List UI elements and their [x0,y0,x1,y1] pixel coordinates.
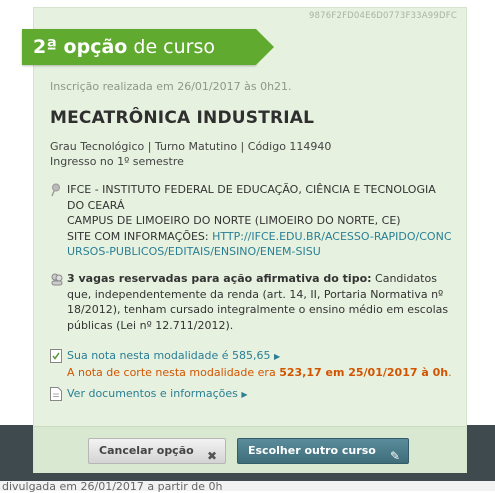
nota-corte-prefix: A nota de corte nesta modalidade era [67,365,280,379]
course-ingresso: Ingresso no 1º semestre [50,155,184,168]
cancel-option-label: Cancelar opção [99,444,194,457]
inscription-date: Inscrição realizada em 26/01/2017 às 0h2… [50,80,292,93]
course-details: Grau Tecnológico | Turno Matutino | Códi… [50,140,332,153]
arrow-right-icon: ▶ [241,390,248,399]
vagas-block: 3 vagas reservadas para ação afirmativa … [50,271,455,333]
nota-corte-suffix: . [448,365,452,379]
docs-block: Ver documentos e informações ▶ [50,386,248,403]
course-option-card: 9876F2FD04E6D0773F33A99DFC 2ª opção de c… [22,7,467,473]
group-icon [51,273,63,286]
sua-nota-link[interactable]: Sua nota nesta modalidade é 585,65 [67,349,270,362]
document-icon [50,387,62,401]
close-icon: ✖ [206,449,217,463]
course-title: MECATRÔNICA INDUSTRIAL [50,108,315,128]
arrow-right-icon: ▶ [273,352,281,361]
checklist-icon [50,349,62,363]
nota-corte-value: 523,17 em 25/01/2017 à 0h [279,365,449,379]
docs-link[interactable]: Ver documentos e informações [67,387,238,400]
button-bar: Cancelar opção ✖ Escolher outro curso ✎ [34,426,466,473]
map-pin-icon [51,183,60,197]
institution-name: IFCE - INSTITUTO FEDERAL DE EDUCAÇÃO, CI… [67,183,436,212]
nota-corte: A nota de corte nesta modalidade era 523… [67,365,452,381]
ribbon-prefix: 2ª opção [33,36,128,58]
vagas-bold: 3 vagas reservadas para ação afirmativa … [67,272,372,285]
cancel-option-button[interactable]: Cancelar opção ✖ [88,438,226,464]
choose-other-course-label: Escolher outro curso [248,444,376,457]
option-ribbon: 2ª opção de curso [22,29,274,65]
background-text-strip: divulgada em 26/01/2017 a partir de 0h [0,480,495,493]
institution-site: SITE COM INFORMAÇÕES: HTTP://IFCE.EDU.BR… [67,229,455,260]
edit-icon: ✎ [389,449,400,463]
institution-block: IFCE - INSTITUTO FEDERAL DE EDUCAÇÃO, CI… [50,182,455,260]
background-text: divulgada em 26/01/2017 a partir de 0h [2,480,223,493]
course-meta: Grau Tecnológico | Turno Matutino | Códi… [50,139,331,169]
ribbon-suffix: de curso [127,36,215,58]
nota-block: Sua nota nesta modalidade é 585,65 ▶ A n… [50,348,452,380]
choose-other-course-button[interactable]: Escolher outro curso ✎ [237,438,409,464]
card-code: 9876F2FD04E6D0773F33A99DFC [308,11,457,21]
site-label: SITE COM INFORMAÇÕES: [67,229,213,243]
institution-campus: CAMPUS DE LIMOEIRO DO NORTE (LIMOEIRO DO… [67,214,401,227]
